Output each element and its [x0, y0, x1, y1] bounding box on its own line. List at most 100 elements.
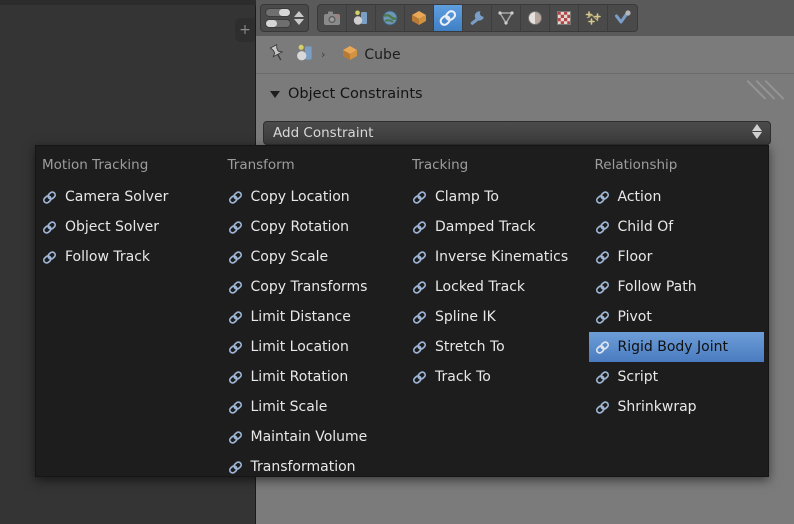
menu-item-action[interactable]: Action [589, 182, 765, 212]
scene-tab[interactable] [347, 5, 376, 31]
breadcrumb-object-name: Cube [364, 46, 401, 63]
triangle-up-icon [752, 124, 762, 131]
menu-item-label: Limit Distance [250, 309, 351, 325]
menu-item-locked-track[interactable]: Locked Track [406, 272, 585, 302]
object-tab[interactable] [405, 5, 434, 31]
menu-item-label: Stretch To [435, 339, 505, 355]
menu-item-copy-scale[interactable]: Copy Scale [222, 242, 403, 272]
menu-item-child-of[interactable]: Child Of [589, 212, 765, 242]
menu-item-script[interactable]: Script [589, 362, 765, 392]
menu-item-label: Limit Location [250, 339, 349, 355]
mesh-triangle-icon [498, 11, 514, 25]
material-sphere-icon [528, 11, 542, 25]
menu-item-maintain-volume[interactable]: Maintain Volume [222, 422, 403, 452]
world-tab[interactable] [376, 5, 405, 31]
menu-item-pivot[interactable]: Pivot [589, 302, 765, 332]
physics-tab[interactable] [608, 5, 637, 31]
menu-item-label: Inverse Kinematics [435, 249, 569, 265]
menu-item-shrinkwrap[interactable]: Shrinkwrap [589, 392, 765, 422]
modifiers-tab[interactable] [463, 5, 492, 31]
menu-item-label: Action [617, 189, 662, 205]
menu-item-copy-rotation[interactable]: Copy Rotation [222, 212, 403, 242]
chain-link-icon [227, 310, 244, 325]
chain-link-icon [594, 400, 611, 415]
editor-type-selector[interactable] [260, 4, 309, 32]
menu-item-follow-track[interactable]: Follow Track [36, 242, 218, 272]
render-tab[interactable] [318, 5, 347, 31]
menu-item-stretch-to[interactable]: Stretch To [406, 332, 585, 362]
chain-link-icon [594, 250, 611, 265]
menu-item-copy-location[interactable]: Copy Location [222, 182, 403, 212]
menu-item-follow-path[interactable]: Follow Path [589, 272, 765, 302]
chain-link-icon [594, 310, 611, 325]
texture-tab[interactable] [550, 5, 579, 31]
menu-item-label: Follow Track [65, 249, 150, 265]
breadcrumb-scene-icon[interactable] [294, 42, 316, 68]
menu-item-object-solver[interactable]: Object Solver [36, 212, 218, 242]
breadcrumb-object-icon[interactable] [340, 43, 360, 67]
triangle-down-icon [294, 19, 304, 25]
menu-item-limit-rotation[interactable]: Limit Rotation [222, 362, 403, 392]
menu-item-label: Follow Path [617, 279, 697, 295]
menu-item-label: Pivot [617, 309, 652, 325]
menu-item-inverse-kinematics[interactable]: Inverse Kinematics [406, 242, 585, 272]
plus-icon: + [239, 22, 251, 38]
triangle-down-icon [270, 90, 280, 98]
menu-item-transformation[interactable]: Transformation [222, 452, 403, 482]
chain-link-icon [227, 250, 244, 265]
particles-icon [585, 11, 601, 25]
menu-item-label: Copy Location [250, 189, 350, 205]
menu-item-limit-scale[interactable]: Limit Scale [222, 392, 403, 422]
chain-link-icon [594, 370, 611, 385]
chain-link-icon [411, 340, 428, 355]
editor-type-icon [265, 8, 291, 28]
menu-column-relationship: Relationship Action Child Of Floor Follo… [588, 146, 769, 476]
menu-item-label: Clamp To [435, 189, 499, 205]
menu-item-track-to[interactable]: Track To [406, 362, 585, 392]
menu-item-rigid-body-joint[interactable]: Rigid Body Joint [588, 332, 765, 362]
viewport-toolshelf-toggle[interactable]: + [235, 18, 255, 42]
data-tab[interactable] [492, 5, 521, 31]
add-constraint-dropdown[interactable]: Add Constraint [263, 121, 771, 145]
chain-link-icon [227, 340, 244, 355]
menu-item-copy-transforms[interactable]: Copy Transforms [222, 272, 403, 302]
material-tab[interactable] [521, 5, 550, 31]
properties-tab-group [317, 4, 638, 32]
menu-item-limit-distance[interactable]: Limit Distance [222, 302, 403, 332]
chain-link-icon [411, 280, 428, 295]
chain-link-icon [594, 280, 611, 295]
menu-item-spline-ik[interactable]: Spline IK [406, 302, 585, 332]
add-constraint-label: Add Constraint [273, 125, 374, 141]
column-heading: Motion Tracking [42, 157, 149, 173]
chain-link-icon [41, 190, 58, 205]
breadcrumb: › Cube [256, 36, 794, 74]
pin-icon[interactable] [266, 42, 288, 68]
particles-tab[interactable] [579, 5, 608, 31]
chain-link-icon [594, 220, 611, 235]
breadcrumb-separator: › [321, 48, 326, 61]
resize-grip-icon [746, 80, 790, 110]
menu-item-label: Limit Rotation [250, 369, 349, 385]
add-constraint-spinner[interactable] [752, 124, 762, 139]
menu-item-label: Copy Scale [250, 249, 329, 265]
scene-icon [353, 10, 367, 25]
chain-link-icon [594, 340, 611, 355]
menu-item-label: Transformation [250, 459, 356, 475]
chain-link-icon [41, 220, 58, 235]
editor-type-arrows[interactable] [294, 11, 304, 25]
menu-item-camera-solver[interactable]: Camera Solver [36, 182, 218, 212]
menu-item-damped-track[interactable]: Damped Track [406, 212, 585, 242]
properties-header [256, 0, 794, 36]
menu-column-tracking: Tracking Clamp To Damped Track Inverse K… [406, 146, 589, 476]
menu-item-limit-location[interactable]: Limit Location [222, 332, 403, 362]
menu-item-clamp-to[interactable]: Clamp To [406, 182, 585, 212]
menu-item-floor[interactable]: Floor [589, 242, 765, 272]
chain-link-icon [227, 430, 244, 445]
menu-column-transform: Transform Copy Location Copy Rotation Co… [222, 146, 407, 476]
menu-item-label: Limit Scale [250, 399, 328, 415]
object-constraints-panel-header[interactable]: Object Constraints [256, 80, 794, 108]
menu-item-label: Rigid Body Joint [617, 339, 728, 355]
constraints-tab[interactable] [434, 5, 463, 31]
chain-link-icon [439, 10, 457, 26]
chain-link-icon [227, 460, 244, 475]
